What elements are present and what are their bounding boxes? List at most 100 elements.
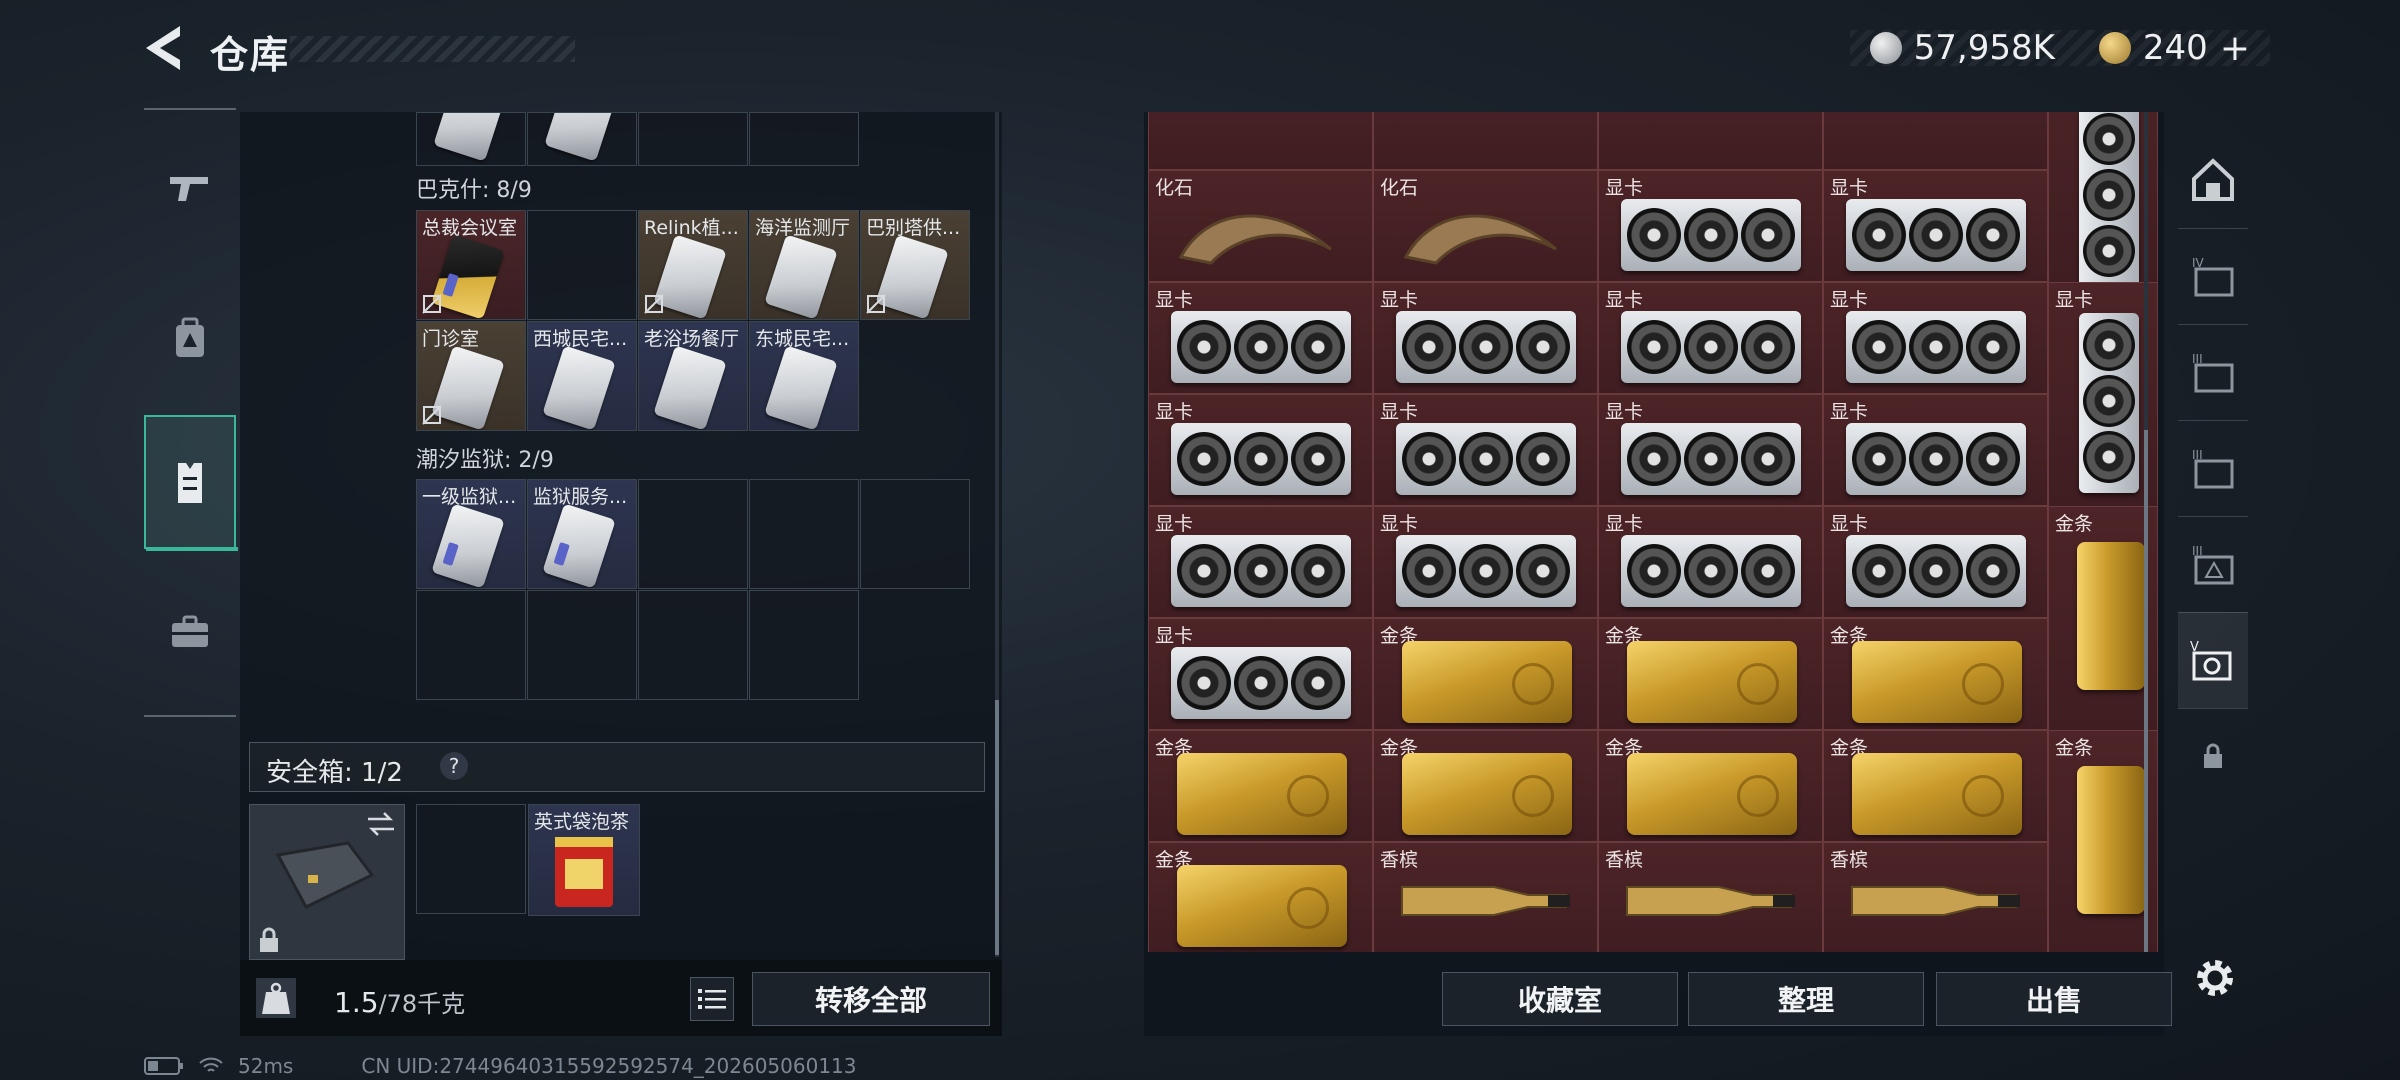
list-view-button[interactable] [690,977,734,1021]
keycard-slot[interactable] [860,479,970,589]
item-gpu[interactable]: 显卡 [2048,282,2158,507]
item-label: 显卡 [1380,513,1419,535]
item-gold-bar[interactable]: 金条 [1373,730,1598,842]
item-champagne[interactable]: 香槟 [1823,842,2048,952]
keycard-slot[interactable] [638,112,748,166]
nav-weapon[interactable] [144,140,236,236]
item-gold-bar[interactable]: 金条 [1598,730,1823,842]
item-label: 海洋监测厅 [755,217,851,239]
keycard-slot[interactable]: 监狱服务... [527,479,637,589]
keycard-slot[interactable] [638,590,748,700]
nav-vest[interactable] [144,415,238,551]
tab-warehouse-iii-b[interactable]: III [2178,420,2248,517]
item-gpu[interactable]: 显卡 [1148,394,1373,506]
tab-warehouse-v[interactable]: V [2178,612,2248,709]
keycard-slot[interactable] [527,112,637,166]
keycard-slot[interactable] [749,590,859,700]
gear-icon[interactable] [2192,955,2238,1001]
organize-button[interactable]: 整理 [1688,972,1924,1026]
item-gold-bar[interactable]: 金条 [2048,506,2158,731]
keycard-slot[interactable]: 东城民宅... [749,321,859,431]
tab-warehouse-home[interactable] [2178,132,2248,229]
item-gpu[interactable]: 显卡 [1598,170,1823,282]
inventory-scroll-thumb[interactable] [995,700,999,955]
safebox-slot[interactable]: 英式袋泡茶 [528,804,640,916]
nav-backpack[interactable] [144,290,236,386]
item-gold-bar[interactable]: 金条 [1148,842,1373,952]
keycard-slot[interactable]: 西城民宅... [527,321,637,431]
nav-case[interactable] [144,584,236,680]
gpu-icon [1396,535,1576,607]
tab-locked[interactable] [2178,708,2248,804]
item-gpu[interactable]: 显卡 [1598,506,1823,618]
item-fossil[interactable]: 化石 [1148,170,1373,282]
item-gold-bar[interactable]: 金条 [1598,618,1823,730]
item-gpu[interactable]: 显卡 [1373,282,1598,394]
item-label: 老浴场餐厅 [644,328,740,350]
weight-current: 1.5 [334,986,379,1019]
collection-room-button[interactable]: 收藏室 [1442,972,1678,1026]
item-gold-bar[interactable]: 金条 [2048,730,2158,952]
tab-warehouse-iii-c[interactable]: III [2178,516,2248,613]
item-gpu[interactable] [2048,112,2158,283]
keycard-slot[interactable] [638,479,748,589]
help-icon[interactable]: ? [440,752,468,780]
warehouse-iii-icon: III [2192,352,2234,393]
keycard-slot[interactable] [527,590,637,700]
item-label: Relink植... [644,217,739,239]
keycard-icon [764,345,838,430]
item-gold-bar[interactable]: 金条 [1148,730,1373,842]
warehouse-scroll-thumb[interactable] [2144,430,2148,952]
item-gpu[interactable]: 显卡 [1373,506,1598,618]
item-gpu[interactable]: 显卡 [1598,282,1823,394]
keycard-slot[interactable] [749,479,859,589]
keycard-slot[interactable] [749,112,859,166]
item-gpu[interactable]: 显卡 [1823,394,2048,506]
item-gpu[interactable]: 显卡 [1823,506,2048,618]
keycard-slot[interactable]: 一级监狱... [416,479,526,589]
item-fossil[interactable] [1148,112,1373,170]
tab-warehouse-iii-a[interactable]: III [2178,324,2248,421]
keycard-slot[interactable]: 总裁会议室 [416,210,526,320]
item-label: 显卡 [1830,401,1869,423]
item-fossil[interactable]: 化石 [1373,170,1598,282]
item-gold-bar[interactable]: 金条 [1823,618,2048,730]
gpu-icon [1171,647,1351,719]
keycard-slot[interactable] [527,210,637,320]
item-champagne[interactable]: 香槟 [1598,842,1823,952]
item-gpu[interactable]: 显卡 [1598,394,1823,506]
keycard-slot[interactable]: 巴别塔供... [860,210,970,320]
gpu-icon [1171,423,1351,495]
item-gpu[interactable]: 显卡 [1823,170,2048,282]
item-gpu[interactable]: 显卡 [1148,282,1373,394]
back-arrow-icon[interactable] [140,22,186,74]
item-fossil[interactable] [1373,112,1598,170]
keycard-slot[interactable]: 老浴场餐厅 [638,321,748,431]
safebox-container[interactable] [249,804,405,960]
sell-button[interactable]: 出售 [1936,972,2172,1026]
keycard-slot[interactable]: Relink植... [638,210,748,320]
gold-bar-icon [2077,766,2145,914]
safebox-slot[interactable] [416,804,526,914]
keycard-slot[interactable] [416,112,526,166]
keycard-slot[interactable]: 海洋监测厅 [749,210,859,320]
add-currency-button[interactable]: + [2220,28,2250,69]
item-champagne[interactable]: 香槟 [1373,842,1598,952]
item-fossil[interactable] [1823,112,2048,170]
item-gpu[interactable]: 显卡 [1823,282,2048,394]
item-label: 显卡 [1155,513,1194,535]
item-gpu[interactable]: 显卡 [1148,618,1373,730]
item-gold-bar[interactable]: 金条 [1823,730,2048,842]
keycard-slot[interactable]: 门诊室 [416,321,526,431]
keycard-slot[interactable] [416,590,526,700]
gpu-icon [1846,423,2026,495]
safebox-case-icon [275,841,375,909]
item-gpu[interactable]: 显卡 [1148,506,1373,618]
gpu-icon [1396,423,1576,495]
item-gpu[interactable]: 显卡 [1373,394,1598,506]
item-fossil[interactable] [1598,112,1823,170]
swap-icon[interactable] [366,811,396,837]
transfer-all-button[interactable]: 转移全部 [752,972,990,1026]
tab-warehouse-iv[interactable]: IV [2178,228,2248,325]
item-gold-bar[interactable]: 金条 [1373,618,1598,730]
